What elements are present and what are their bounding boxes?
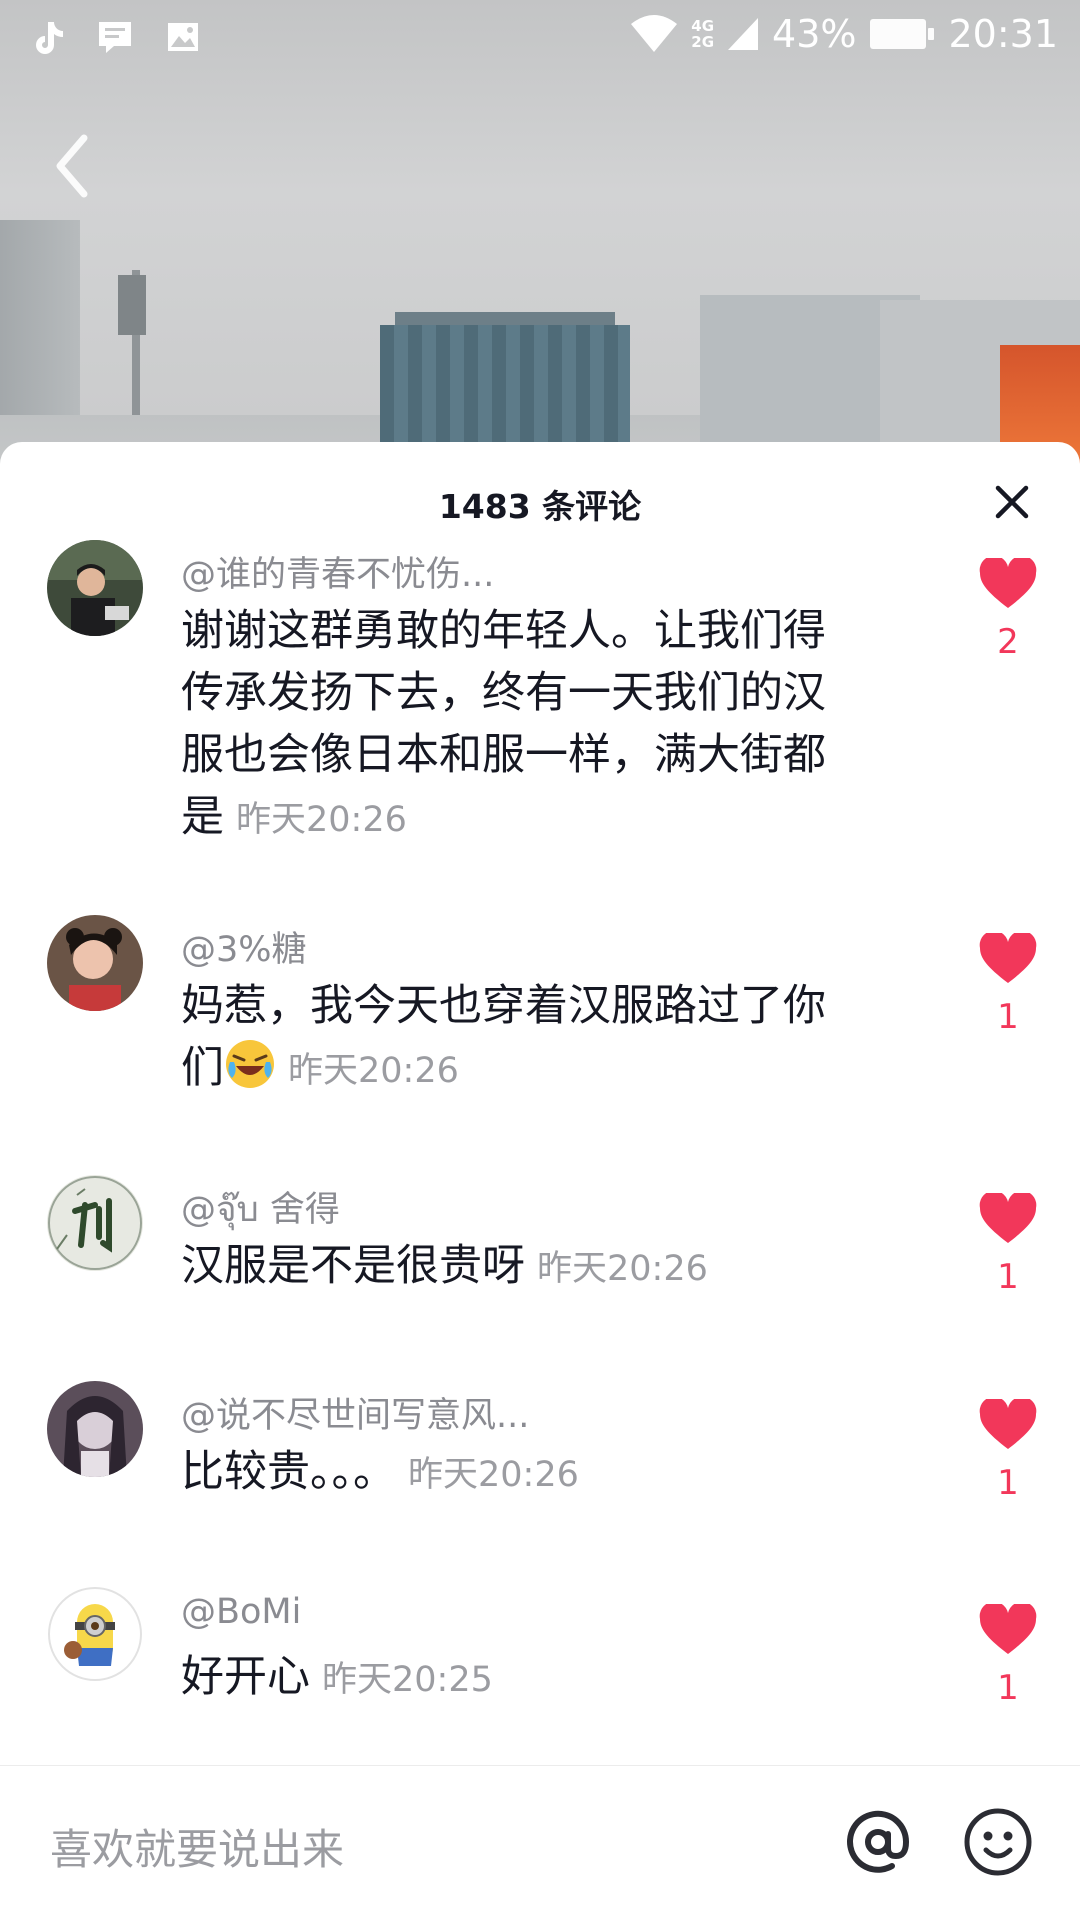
like-button[interactable]: 2 bbox=[976, 558, 1040, 662]
comment-time: 昨天20:26 bbox=[408, 1455, 579, 1495]
like-button[interactable]: 1 bbox=[976, 1193, 1040, 1297]
comment-input[interactable]: 喜欢就要说出来 bbox=[50, 1816, 344, 1877]
status-bar: 4G 2G 43% 20:31 bbox=[0, 0, 1080, 76]
battery-icon bbox=[870, 19, 935, 49]
laughing-crying-emoji-icon bbox=[226, 1040, 274, 1088]
comment-time: 昨天20:26 bbox=[537, 1249, 708, 1289]
comment-time: 昨天20:26 bbox=[288, 1051, 459, 1091]
signal-icon bbox=[728, 18, 759, 50]
comment-time: 昨天20:26 bbox=[236, 800, 407, 840]
avatar[interactable] bbox=[47, 540, 143, 636]
comment-username[interactable]: @谁的青春不忧伤... bbox=[181, 546, 494, 597]
like-count: 1 bbox=[997, 1668, 1019, 1708]
comment-text: 汉服是不是很贵呀 bbox=[181, 1241, 525, 1291]
comment-body: 妈惹，我今天也穿着汉服路过了你们 昨天20:26 bbox=[181, 975, 861, 1102]
heart-icon bbox=[979, 558, 1037, 608]
message-icon bbox=[99, 22, 131, 53]
like-count: 1 bbox=[997, 1463, 1019, 1503]
close-icon[interactable] bbox=[988, 478, 1036, 526]
avatar[interactable] bbox=[47, 1586, 143, 1682]
avatar[interactable] bbox=[47, 1381, 143, 1477]
image-icon bbox=[168, 23, 198, 51]
comment-body: 好开心 昨天20:25 bbox=[181, 1646, 861, 1711]
comment-count-title: 1483 条评论 bbox=[438, 487, 642, 526]
battery-percent: 43% bbox=[772, 12, 857, 56]
wifi-icon bbox=[631, 15, 678, 52]
tiktok-icon bbox=[36, 22, 63, 54]
clock: 20:31 bbox=[948, 12, 1058, 56]
avatar[interactable] bbox=[47, 915, 143, 1011]
comment-sheet: 1483 条评论 @谁的青春不忧伤... 谢谢这群勇敢的年轻人。让我们得传承发扬… bbox=[0, 442, 1080, 1920]
back-chevron-icon[interactable] bbox=[44, 126, 104, 206]
avatar[interactable] bbox=[47, 1175, 143, 1271]
heart-icon bbox=[979, 1399, 1037, 1449]
lamp-head bbox=[118, 275, 146, 335]
comment-username[interactable]: @BoMi bbox=[181, 1592, 301, 1632]
like-count: 1 bbox=[997, 997, 1019, 1037]
like-button[interactable]: 1 bbox=[976, 1399, 1040, 1503]
heart-icon bbox=[979, 1193, 1037, 1243]
emoji-icon[interactable] bbox=[960, 1804, 1036, 1880]
comment-input-bar: 喜欢就要说出来 bbox=[0, 1765, 1080, 1920]
mention-icon[interactable] bbox=[840, 1804, 916, 1880]
screen: 4G 2G 43% 20:31 1483 条评论 @谁的青春不忧伤... 谢谢这… bbox=[0, 0, 1080, 1920]
comment-username[interactable]: @จุ๊บ 舍得 bbox=[181, 1181, 340, 1237]
heart-icon bbox=[979, 933, 1037, 983]
comment-text: 比较贵。。。 bbox=[181, 1447, 396, 1497]
comment-time: 昨天20:25 bbox=[322, 1660, 493, 1700]
like-button[interactable]: 1 bbox=[976, 1604, 1040, 1708]
comment-username[interactable]: @说不尽世间写意风... bbox=[181, 1387, 529, 1438]
heart-icon bbox=[979, 1604, 1037, 1654]
like-count: 2 bbox=[997, 622, 1019, 662]
like-count: 1 bbox=[997, 1257, 1019, 1297]
comment-text: 妈惹，我今天也穿着汉服路过了你们 bbox=[181, 981, 826, 1093]
comment-username[interactable]: @3%糖 bbox=[181, 921, 307, 972]
like-button[interactable]: 1 bbox=[976, 933, 1040, 1037]
network-type: 4G 2G bbox=[691, 17, 715, 51]
comment-body: 汉服是不是很贵呀 昨天20:26 bbox=[181, 1235, 861, 1300]
comment-body: 谢谢这群勇敢的年轻人。让我们得传承发扬下去，终有一天我们的汉服也会像日本和服一样… bbox=[181, 600, 861, 851]
comment-sheet-header: 1483 条评论 bbox=[0, 442, 1080, 566]
comment-body: 比较贵。。。 昨天20:26 bbox=[181, 1441, 861, 1506]
comment-text: 好开心 bbox=[181, 1652, 310, 1702]
